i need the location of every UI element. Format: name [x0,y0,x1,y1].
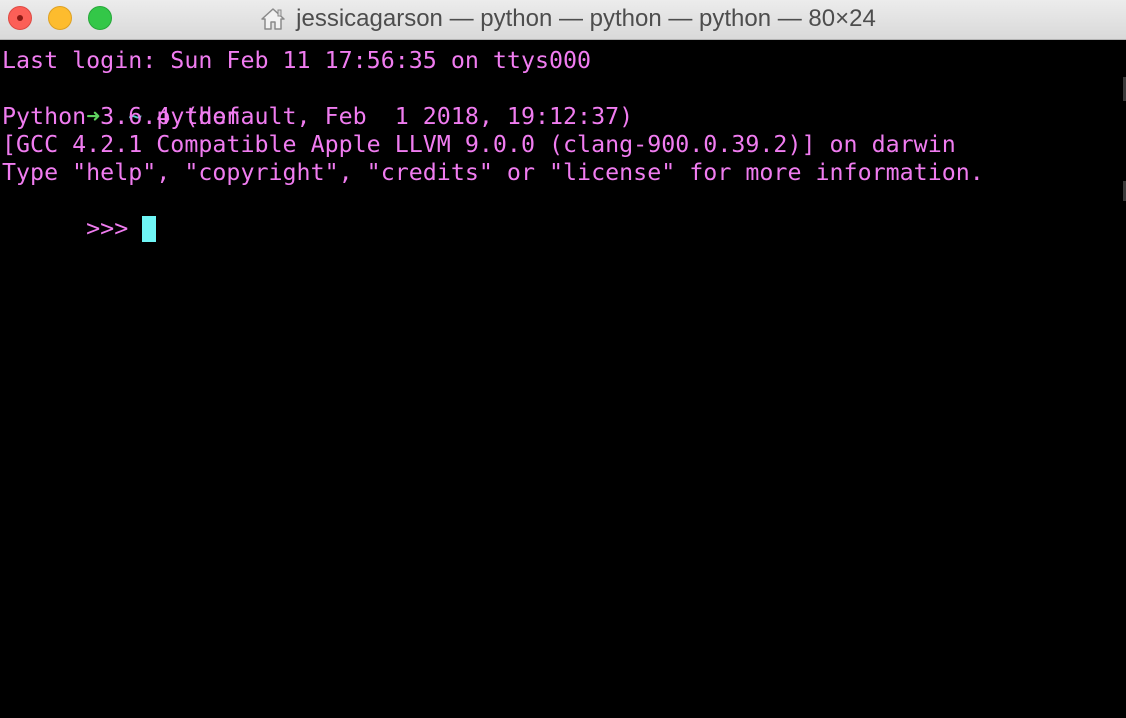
python-version-line: Python 3.6.4 (default, Feb 1 2018, 19:12… [2,103,634,130]
repl-prompt-line[interactable]: >>> [2,187,157,242]
window-title: jessicagarson — python — python — python… [296,5,876,32]
home-icon [260,7,286,31]
terminal-window: jessicagarson — python — python — python… [0,0,1126,718]
text-cursor[interactable] [142,216,157,242]
compiler-line: [GCC 4.2.1 Compatible Apple LLVM 9.0.0 (… [2,131,956,158]
help-hint-line: Type "help", "copyright", "credits" or "… [2,159,984,186]
window-title-area: jessicagarson — python — python — python… [0,0,1126,38]
last-login-line: Last login: Sun Feb 11 17:56:35 on ttys0… [2,47,592,74]
terminal-content[interactable]: Last login: Sun Feb 11 17:56:35 on ttys0… [0,41,1126,718]
shell-prompt-line: ➜ ~ python [2,75,240,130]
title-bar[interactable]: jessicagarson — python — python — python… [0,0,1126,40]
repl-prompt: >>> [86,215,129,242]
